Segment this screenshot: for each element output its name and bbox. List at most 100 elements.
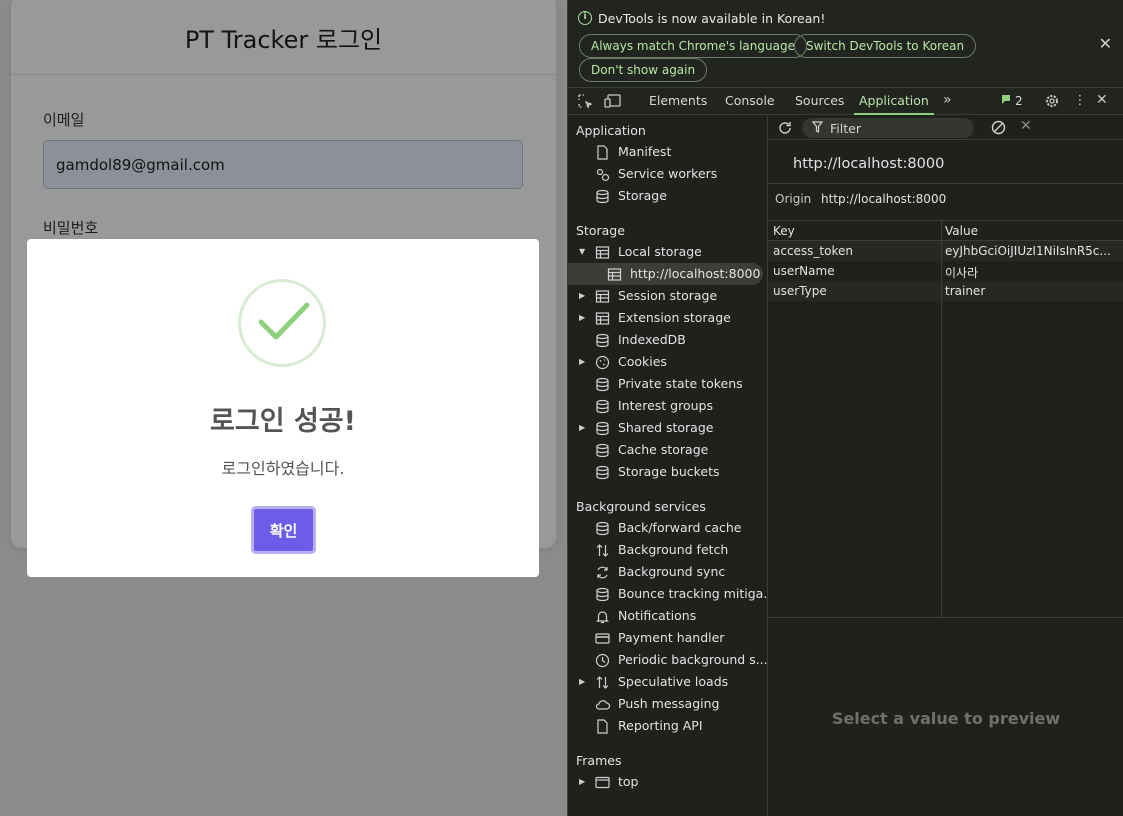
sidebar-item-service-workers[interactable]: Service workers <box>568 163 767 185</box>
sidebar-item-label: Interest groups <box>618 398 713 413</box>
filter-icon <box>811 121 824 136</box>
sidebar-item-label: Background fetch <box>618 542 729 557</box>
sidebar-item-indexeddb[interactable]: IndexedDB <box>568 329 767 351</box>
kebab-menu-icon[interactable]: ⋮ <box>1072 93 1088 109</box>
sidebar-item-bounce-tracking[interactable]: Bounce tracking mitiga... <box>568 583 767 605</box>
cloud-icon <box>595 697 611 712</box>
clear-all-icon[interactable] <box>991 120 1006 138</box>
switch-language-button[interactable]: Switch DevTools to Korean <box>794 34 977 58</box>
sidebar-item-shared-storage[interactable]: ▶ Shared storage <box>568 417 767 439</box>
confirm-button[interactable]: 확인 <box>251 506 316 554</box>
table-row[interactable]: userType trainer <box>768 281 1123 301</box>
gears-icon <box>595 167 610 182</box>
sidebar-item-label: Storage <box>618 188 667 203</box>
sidebar-item-session-storage[interactable]: ▶ Session storage <box>568 285 767 307</box>
collapsed-arrow-icon[interactable]: ▶ <box>579 417 585 439</box>
section-storage: Storage <box>576 223 625 238</box>
sidebar-item-back-forward-cache[interactable]: Back/forward cache <box>568 517 767 539</box>
sidebar-item-push-messaging[interactable]: Push messaging <box>568 693 767 715</box>
sidebar-item-label: Storage buckets <box>618 464 720 479</box>
sidebar-item-label: Local storage <box>618 244 702 259</box>
dont-show-again-button[interactable]: Don't show again <box>579 58 708 82</box>
up-down-arrows-icon <box>595 675 610 690</box>
sidebar-item-label: Shared storage <box>618 420 714 435</box>
infobar-message: DevTools is now available in Korean! <box>598 11 826 26</box>
sidebar-item-interest-groups[interactable]: Interest groups <box>568 395 767 417</box>
more-tabs-icon[interactable]: » <box>943 93 959 109</box>
sidebar-item-label: IndexedDB <box>618 332 686 347</box>
database-icon <box>595 587 610 602</box>
collapsed-arrow-icon[interactable]: ▶ <box>579 771 585 793</box>
sidebar-item-cookies[interactable]: ▶ Cookies <box>568 351 767 373</box>
table-header: Key Value <box>768 221 1123 241</box>
local-storage-table: Key Value access_token eyJhbGciOiJIUzI1N… <box>768 221 1123 618</box>
sidebar-item-cache-storage[interactable]: Cache storage <box>568 439 767 461</box>
delete-selected-icon[interactable]: ✕ <box>1020 118 1032 134</box>
sidebar-item-private-state-tokens[interactable]: Private state tokens <box>568 373 767 395</box>
filter-input[interactable]: Filter <box>802 118 974 138</box>
expanded-arrow-icon[interactable]: ▼ <box>579 241 585 263</box>
issues-icon[interactable] <box>1000 93 1016 109</box>
table-icon <box>595 311 610 326</box>
column-header-key[interactable]: Key <box>773 224 795 238</box>
row-value: eyJhbGciOiJIUzI1NiIsInR5c... <box>945 244 1111 258</box>
sidebar-item-extension-storage[interactable]: ▶ Extension storage <box>568 307 767 329</box>
success-modal: 로그인 성공! 로그인하였습니다. 확인 <box>27 239 539 577</box>
table-icon <box>595 289 610 304</box>
database-icon <box>595 443 610 458</box>
tab-elements[interactable]: Elements <box>649 88 707 115</box>
sidebar-item-payment-handler[interactable]: Payment handler <box>568 627 767 649</box>
sidebar-item-notifications[interactable]: Notifications <box>568 605 767 627</box>
local-storage-view: Filter ✕ http://localhost:8000 Origin ht… <box>768 116 1123 816</box>
refresh-icon[interactable] <box>777 120 793 139</box>
sidebar-item-label: Push messaging <box>618 696 720 711</box>
row-key: userType <box>773 284 827 298</box>
close-icon[interactable]: ✕ <box>1099 34 1112 53</box>
sidebar-item-background-sync[interactable]: Background sync <box>568 561 767 583</box>
collapsed-arrow-icon[interactable]: ▶ <box>579 285 585 307</box>
match-language-button[interactable]: Always match Chrome's language <box>579 34 807 58</box>
sidebar-item-label: Back/forward cache <box>618 520 742 535</box>
sidebar-item-label: Periodic background s... <box>618 652 767 667</box>
card-icon <box>595 631 610 646</box>
collapsed-arrow-icon[interactable]: ▶ <box>579 671 585 693</box>
origin-key: Origin <box>775 192 812 206</box>
sidebar-item-speculative-loads[interactable]: ▶ Speculative loads <box>568 671 767 693</box>
tab-application[interactable]: Application <box>854 88 934 115</box>
modal-title: 로그인 성공! <box>210 406 356 437</box>
sidebar-item-localhost[interactable]: http://localhost:8000 <box>568 263 763 285</box>
sidebar-item-label: Cache storage <box>618 442 709 457</box>
sidebar-item-periodic-sync[interactable]: Periodic background s... <box>568 649 767 671</box>
column-divider[interactable] <box>941 221 942 617</box>
row-value: trainer <box>945 284 986 298</box>
devtools-panel: i DevTools is now available in Korean! A… <box>567 0 1123 816</box>
sidebar-item-label: Session storage <box>618 288 718 303</box>
success-check-icon <box>238 279 326 367</box>
filter-placeholder: Filter <box>830 121 861 136</box>
sidebar-item-frame-top[interactable]: ▶ top <box>568 771 767 793</box>
sidebar-item-manifest[interactable]: Manifest <box>568 141 767 163</box>
sidebar-item-local-storage[interactable]: ▼ Local storage <box>568 241 767 263</box>
settings-gear-icon[interactable] <box>1044 93 1060 109</box>
bell-icon <box>595 609 610 624</box>
tab-sources[interactable]: Sources <box>795 88 844 115</box>
sidebar-item-background-fetch[interactable]: Background fetch <box>568 539 767 561</box>
table-icon <box>595 245 610 260</box>
database-icon <box>595 399 610 414</box>
close-devtools-icon[interactable]: ✕ <box>1096 93 1112 109</box>
table-row[interactable]: userName 이사라 <box>768 261 1123 281</box>
sidebar-item-label: Speculative loads <box>618 674 729 689</box>
sidebar-item-storage-buckets[interactable]: Storage buckets <box>568 461 767 483</box>
device-toolbar-icon[interactable] <box>604 93 621 109</box>
collapsed-arrow-icon[interactable]: ▶ <box>579 307 585 329</box>
info-icon: i <box>578 11 592 25</box>
table-row[interactable]: access_token eyJhbGciOiJIUzI1NiIsInR5c..… <box>768 241 1123 261</box>
sidebar-item-reporting-api[interactable]: Reporting API <box>568 715 767 737</box>
tab-console[interactable]: Console <box>725 88 775 115</box>
sidebar-item-label: Manifest <box>618 144 672 159</box>
sidebar-item-storage[interactable]: Storage <box>568 185 767 207</box>
section-frames: Frames <box>576 753 622 768</box>
column-header-value[interactable]: Value <box>945 224 978 238</box>
inspect-element-icon[interactable] <box>577 93 595 111</box>
collapsed-arrow-icon[interactable]: ▶ <box>579 351 585 373</box>
